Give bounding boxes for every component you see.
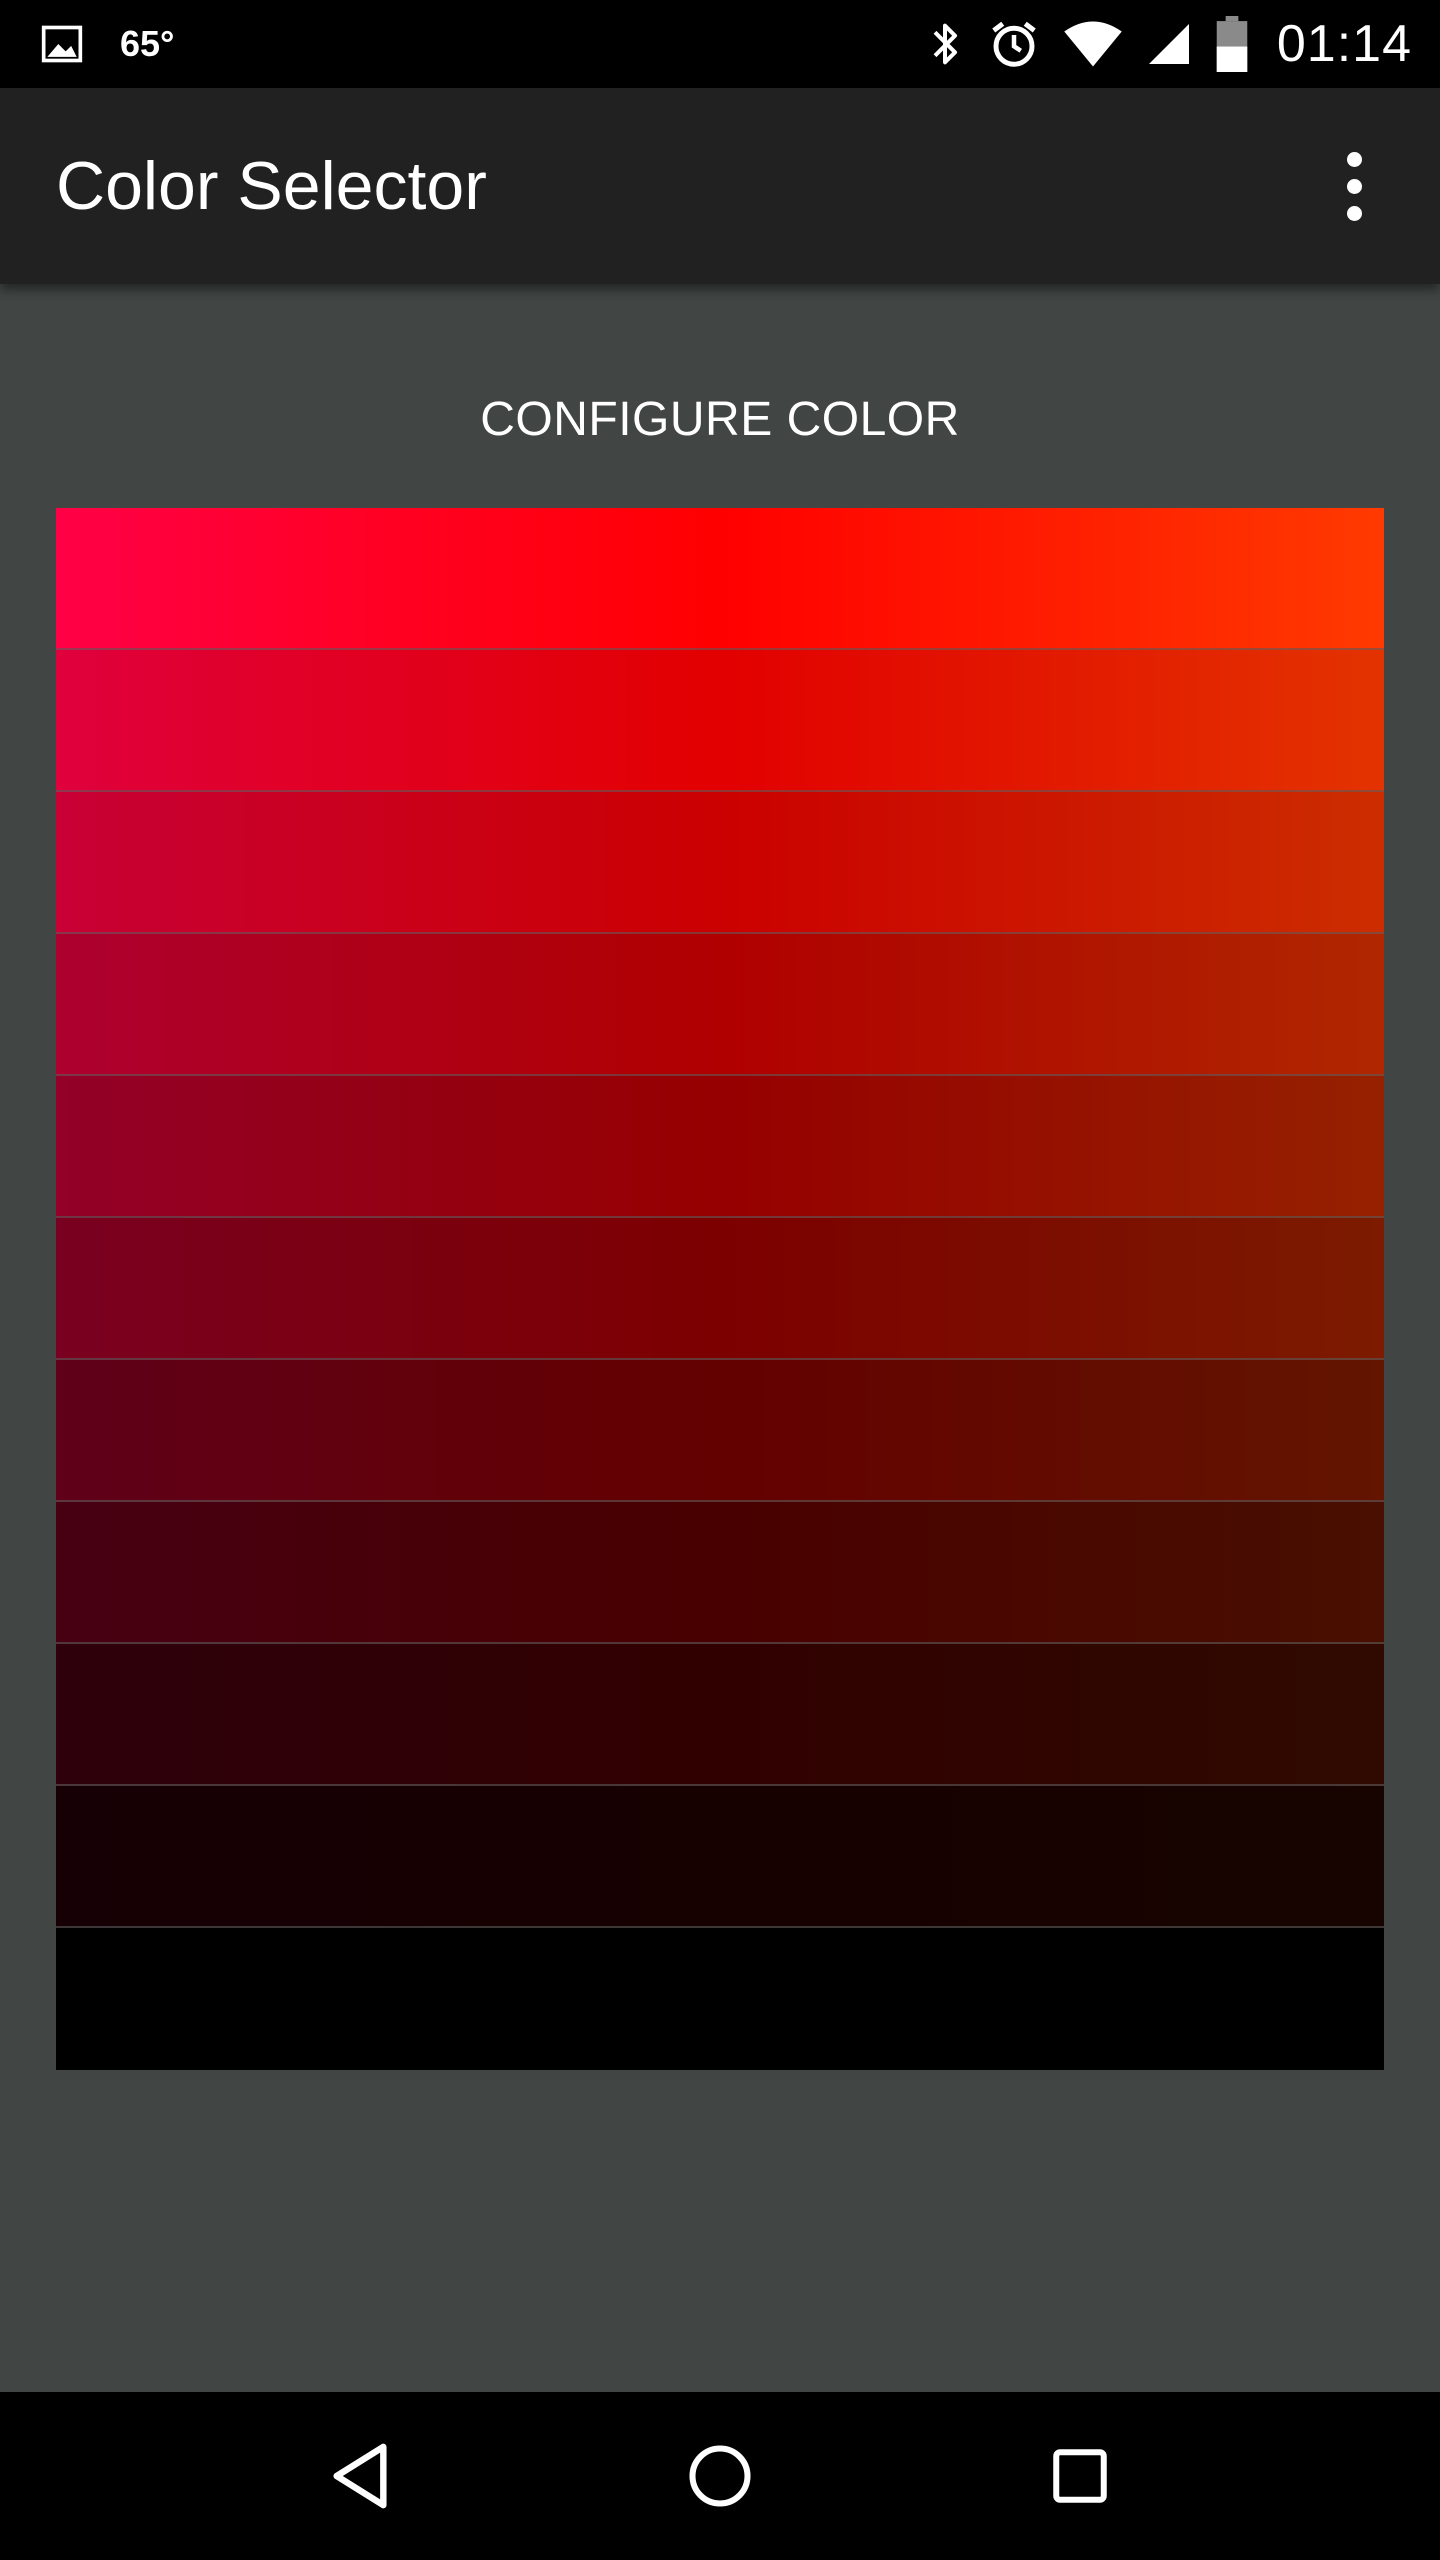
app-title: Color Selector <box>56 148 487 224</box>
clock-time: 01:14 <box>1276 15 1412 73</box>
wifi-icon <box>1063 19 1123 69</box>
color-swatch-row-3[interactable] <box>56 792 1384 934</box>
overflow-dot <box>1346 178 1362 194</box>
color-swatch-row-9[interactable] <box>56 1644 1384 1786</box>
home-icon <box>687 2443 753 2509</box>
color-swatch-row-2[interactable] <box>56 650 1384 792</box>
back-button[interactable] <box>300 2416 420 2536</box>
bluetooth-icon <box>925 16 965 72</box>
color-swatch-row-7[interactable] <box>56 1360 1384 1502</box>
color-swatch-grid <box>56 508 1384 2070</box>
overflow-dot <box>1346 205 1362 221</box>
battery-icon <box>1215 16 1249 72</box>
status-bar: 65° 01:14 <box>0 0 1440 88</box>
back-icon <box>325 2438 395 2514</box>
color-swatch-row-4[interactable] <box>56 934 1384 1076</box>
main-content: CONFIGURE COLOR <box>0 284 1440 2392</box>
configure-color-heading: CONFIGURE COLOR <box>480 393 960 446</box>
color-swatch-row-10[interactable] <box>56 1786 1384 1928</box>
image-notification-icon <box>40 22 84 66</box>
recents-icon <box>1050 2446 1110 2506</box>
more-vert-icon[interactable] <box>1324 126 1384 246</box>
home-button[interactable] <box>660 2416 780 2536</box>
color-swatch-row-1[interactable] <box>56 508 1384 650</box>
cell-signal-icon <box>1145 19 1193 69</box>
color-swatch-row-8[interactable] <box>56 1502 1384 1644</box>
color-swatch-row-6[interactable] <box>56 1218 1384 1360</box>
app-bar: Color Selector <box>0 88 1440 284</box>
overflow-dot <box>1346 151 1362 167</box>
navigation-bar <box>0 2392 1440 2560</box>
temperature-text: 65° <box>120 23 175 64</box>
color-swatch-row-5[interactable] <box>56 1076 1384 1218</box>
alarm-icon <box>987 17 1041 71</box>
recents-button[interactable] <box>1020 2416 1140 2536</box>
color-swatch-row-11[interactable] <box>56 1928 1384 2070</box>
